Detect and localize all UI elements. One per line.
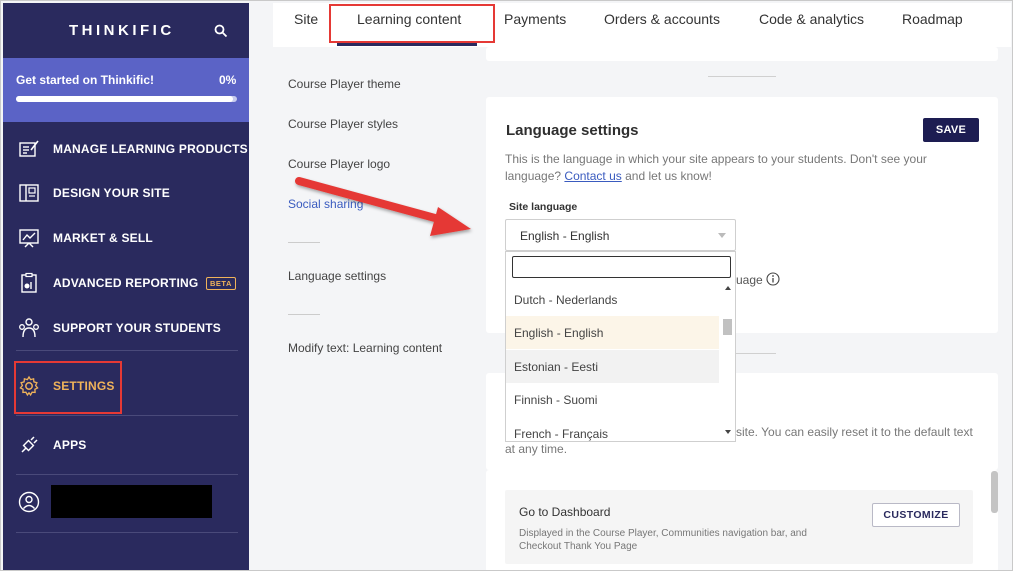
info-icon[interactable] xyxy=(766,272,780,286)
language-option[interactable]: French - Français xyxy=(506,417,719,441)
user-avatar-icon[interactable] xyxy=(18,491,40,513)
annotation-highlight-settings xyxy=(14,361,122,414)
dropdown-scrollbar[interactable] xyxy=(719,282,735,441)
chart-board-icon xyxy=(19,229,39,248)
selected-language: English - English xyxy=(520,229,610,243)
modify-text-description: site. You can easily reset it to the def… xyxy=(736,425,973,439)
layout-icon xyxy=(19,184,39,202)
active-tab-indicator xyxy=(337,43,477,46)
sidebar-item-label: MARKET & SELL xyxy=(53,231,153,245)
go-to-dashboard-row: Go to Dashboard Displayed in the Course … xyxy=(505,490,973,564)
subnav-course-player-logo[interactable]: Course Player logo xyxy=(288,157,390,171)
tab-roadmap[interactable]: Roadmap xyxy=(902,11,963,27)
sidebar-item-manage-learning-products[interactable]: MANAGE LEARNING PRODUCTS xyxy=(3,131,249,167)
divider xyxy=(288,314,320,315)
language-option[interactable]: Dutch - Nederlands xyxy=(506,283,719,316)
redacted-user-name xyxy=(51,485,212,518)
row-title: Go to Dashboard xyxy=(519,505,611,519)
scroll-down-icon[interactable] xyxy=(725,430,731,434)
onboarding-progress[interactable]: Get started on Thinkific! 0% xyxy=(3,58,249,122)
contact-us-link[interactable]: Contact us xyxy=(564,169,621,183)
sidebar-item-label: SUPPORT YOUR STUDENTS xyxy=(53,321,221,335)
plug-icon xyxy=(21,436,38,453)
divider xyxy=(16,532,238,533)
sidebar-item-support-your-students[interactable]: SUPPORT YOUR STUDENTS xyxy=(3,310,249,346)
customize-button[interactable]: CUSTOMIZE xyxy=(872,503,960,527)
desc-text: and let us know! xyxy=(625,169,712,183)
sidebar-item-label: MANAGE LEARNING PRODUCTS xyxy=(53,142,248,156)
save-button[interactable]: SAVE xyxy=(923,118,979,142)
report-icon xyxy=(21,272,37,293)
annotation-highlight-tab xyxy=(329,4,495,43)
progress-percent: 0% xyxy=(219,73,237,87)
site-language-label: Site language xyxy=(509,201,578,213)
language-search-input[interactable] xyxy=(512,256,731,278)
page-scrollbar[interactable] xyxy=(991,471,998,513)
partially-hidden-label: uage xyxy=(736,273,763,287)
sidebar-item-market-sell[interactable]: MARKET & SELL xyxy=(3,220,249,256)
sidebar-item-apps[interactable]: APPS xyxy=(3,427,249,463)
language-option[interactable]: Finnish - Suomi xyxy=(506,383,719,416)
tab-payments[interactable]: Payments xyxy=(504,11,566,27)
sidebar-item-design-your-site[interactable]: DESIGN YOUR SITE xyxy=(3,175,249,211)
tab-site[interactable]: Site xyxy=(294,11,318,27)
subnav-course-player-theme[interactable]: Course Player theme xyxy=(288,77,401,91)
progress-fill xyxy=(16,96,233,102)
app-frame: THINKIFIC Get started on Thinkific! 0% M… xyxy=(0,0,1013,571)
search-icon[interactable] xyxy=(214,24,228,38)
modify-text-description-cont: at any time. xyxy=(505,442,568,456)
sidebar-item-label: APPS xyxy=(53,438,87,452)
beta-badge: BETA xyxy=(206,276,236,290)
tab-orders-accounts[interactable]: Orders & accounts xyxy=(604,11,720,27)
logo[interactable]: THINKIFIC xyxy=(69,22,175,39)
row-description: Displayed in the Course Player, Communit… xyxy=(519,528,807,552)
chevron-down-icon xyxy=(718,233,726,238)
card-title: Language settings xyxy=(506,122,639,139)
divider xyxy=(16,350,238,351)
language-description: This is the language in which your site … xyxy=(505,151,945,185)
divider xyxy=(288,242,320,243)
sidebar-item-label: ADVANCED REPORTING xyxy=(53,276,199,290)
divider xyxy=(16,415,238,416)
scroll-thumb[interactable] xyxy=(723,319,732,335)
previous-card xyxy=(486,47,998,61)
subnav-language-settings[interactable]: Language settings xyxy=(288,269,386,283)
site-language-select[interactable]: English - English xyxy=(505,219,736,251)
sidebar-item-label: DESIGN YOUR SITE xyxy=(53,186,171,200)
edit-list-icon xyxy=(19,140,39,157)
language-option-hover[interactable]: Estonian - Eesti xyxy=(506,350,719,383)
progress-track xyxy=(16,96,237,102)
sidebar: THINKIFIC Get started on Thinkific! 0% M… xyxy=(3,3,249,570)
students-icon xyxy=(19,318,39,338)
language-option-selected[interactable]: English - English xyxy=(506,316,719,349)
divider xyxy=(708,76,776,77)
language-dropdown: Dutch - Nederlands English - English Est… xyxy=(505,251,736,442)
subnav-course-player-styles[interactable]: Course Player styles xyxy=(288,117,398,131)
subnav-modify-text[interactable]: Modify text: Learning content xyxy=(288,341,442,355)
sidebar-item-advanced-reporting[interactable]: ADVANCED REPORTING BETA xyxy=(3,265,249,301)
divider xyxy=(16,474,238,475)
scroll-up-icon[interactable] xyxy=(725,286,731,290)
subnav-social-sharing[interactable]: Social sharing xyxy=(288,197,363,211)
progress-label: Get started on Thinkific! xyxy=(16,73,155,87)
tab-code-analytics[interactable]: Code & analytics xyxy=(759,11,864,27)
